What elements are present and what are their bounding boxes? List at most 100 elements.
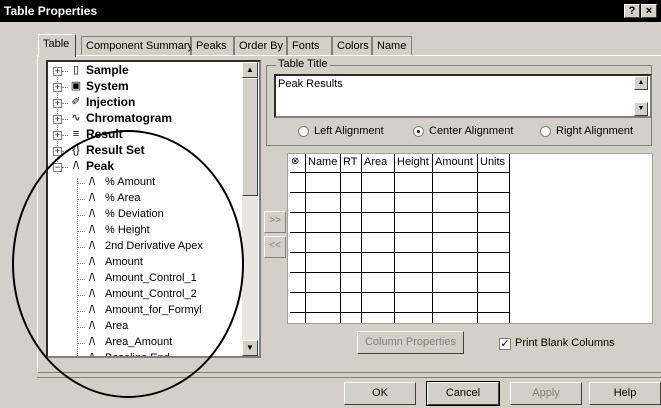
add-column-button[interactable]: >> bbox=[264, 211, 286, 233]
remove-column-button[interactable]: << bbox=[264, 236, 286, 258]
peak-field-icon: /\ bbox=[88, 336, 96, 348]
grid-select-icon: ⊗ bbox=[291, 156, 300, 167]
tree-child-label: % Area bbox=[105, 192, 141, 204]
peak-field-icon: /\ bbox=[88, 224, 96, 236]
expand-icon[interactable]: + bbox=[53, 131, 62, 140]
peak-field-icon: /\ bbox=[88, 288, 96, 300]
window-title: Table Properties bbox=[4, 4, 98, 18]
tree-line bbox=[77, 231, 85, 232]
tab-component-summary[interactable]: Component Summary bbox=[81, 36, 193, 56]
tab-order-by[interactable]: Order By bbox=[234, 36, 287, 56]
tree-line bbox=[62, 103, 68, 104]
syringe-icon: ✐ bbox=[71, 96, 81, 108]
apply-button[interactable]: Apply bbox=[510, 382, 582, 405]
tree-node-label: System bbox=[86, 79, 129, 93]
tree-child-label: 2nd Derivative Apex bbox=[105, 240, 203, 252]
grid-column-units[interactable]: Units bbox=[478, 154, 510, 323]
tab-fonts[interactable]: Fonts bbox=[287, 36, 332, 56]
tree-child-label: % Deviation bbox=[105, 208, 164, 220]
tree-line bbox=[77, 263, 85, 264]
scroll-down-button[interactable]: ▼ bbox=[242, 340, 258, 356]
grid-column-name[interactable]: Name bbox=[306, 154, 341, 323]
columns-grid[interactable]: ⊗ Name RT Area Height Amount Units bbox=[287, 153, 653, 324]
tree-line bbox=[77, 327, 85, 328]
tree-line bbox=[62, 135, 68, 136]
expand-icon[interactable]: + bbox=[53, 67, 62, 76]
column-properties-button[interactable]: Column Properties bbox=[357, 331, 464, 354]
bottom-separator bbox=[37, 377, 661, 378]
tree-child-label: Area bbox=[105, 320, 129, 332]
grid-header: Amount bbox=[435, 156, 473, 168]
left-alignment-label: Left Alignment bbox=[314, 125, 384, 137]
tree-line bbox=[77, 178, 78, 356]
peak-field-icon: /\ bbox=[88, 176, 96, 188]
scroll-thumb[interactable] bbox=[242, 78, 258, 196]
scroll-up-button[interactable]: ▲ bbox=[242, 62, 258, 78]
tree-line bbox=[62, 167, 68, 168]
field-tree[interactable]: + ▯ Sample + ▣ System + ✐ Injection + ∿ Chromatogra… bbox=[46, 60, 261, 358]
grid-header: RT bbox=[343, 156, 358, 168]
system-icon: ▣ bbox=[70, 80, 82, 92]
tab-table[interactable]: Table bbox=[38, 34, 76, 57]
radio-dot bbox=[298, 126, 309, 137]
tree-child-label: Amount_Control_1 bbox=[105, 272, 197, 284]
close-button[interactable]: × bbox=[641, 4, 657, 18]
expand-icon[interactable]: + bbox=[53, 83, 62, 92]
result-icon: ≡ bbox=[72, 128, 80, 140]
grid-header: Name bbox=[308, 156, 338, 168]
tree-node-label: Peak bbox=[86, 159, 115, 173]
tab-peaks[interactable]: Peaks bbox=[191, 36, 234, 56]
grid-column-area[interactable]: Area bbox=[362, 154, 395, 323]
cancel-button[interactable]: Cancel bbox=[426, 381, 500, 406]
tree-child-label: % Height bbox=[105, 224, 150, 236]
tab-colors[interactable]: Colors bbox=[332, 36, 372, 56]
tree-line bbox=[77, 279, 85, 280]
table-title-input[interactable]: Peak Results ▲ ▼ bbox=[274, 74, 652, 118]
grid-header: Units bbox=[480, 156, 506, 168]
peak-field-icon: /\ bbox=[88, 240, 96, 252]
grid-column-rt[interactable]: RT bbox=[341, 154, 362, 323]
grid-row bbox=[290, 192, 510, 193]
tree-node-label: Result Set bbox=[86, 143, 145, 157]
radio-dot-selected bbox=[413, 126, 424, 137]
grid-row bbox=[290, 252, 510, 253]
tree-child-label: Amount_for_Formyl bbox=[105, 304, 202, 316]
peak-field-icon: /\ bbox=[88, 352, 96, 358]
expand-icon[interactable]: + bbox=[53, 99, 62, 108]
peak-icon: /\ bbox=[72, 160, 80, 172]
tree-node-label: Chromatogram bbox=[86, 111, 173, 125]
tree-node-label: Sample bbox=[86, 63, 129, 77]
tree-line bbox=[77, 247, 85, 248]
print-blank-columns-checkbox[interactable]: ✓ bbox=[499, 338, 511, 350]
tree-line bbox=[77, 295, 85, 296]
expand-icon[interactable]: + bbox=[53, 147, 62, 156]
tree-child-label: Amount_Control_2 bbox=[105, 288, 197, 300]
expand-icon[interactable]: + bbox=[53, 115, 62, 124]
peak-field-icon: /\ bbox=[88, 304, 96, 316]
title-scroll-down[interactable]: ▼ bbox=[634, 102, 648, 116]
tree-node-label: Result bbox=[86, 127, 123, 141]
grid-row bbox=[290, 292, 510, 293]
tree-line bbox=[77, 311, 85, 312]
tree-child-label: Amount bbox=[105, 256, 143, 268]
grid-column-height[interactable]: Height bbox=[395, 154, 433, 323]
tree-child-label: Area_Amount bbox=[105, 336, 173, 348]
tree-line bbox=[77, 215, 85, 216]
help-titlebar-button[interactable]: ? bbox=[624, 4, 640, 18]
grid-header: Height bbox=[397, 156, 429, 168]
grid-column-amount[interactable]: Amount bbox=[433, 154, 478, 323]
table-title-group-label: Table Title bbox=[276, 58, 330, 70]
collapse-icon[interactable]: − bbox=[53, 163, 62, 172]
result-set-icon: {} bbox=[72, 144, 80, 156]
table-properties-dialog: Table Properties ? × Table Component Sum… bbox=[0, 0, 661, 408]
tree-line bbox=[62, 71, 68, 72]
grid-header: Area bbox=[364, 156, 388, 168]
tree-scrollbar[interactable]: ▲ ▼ bbox=[242, 62, 258, 356]
title-scroll-up[interactable]: ▲ bbox=[634, 76, 648, 90]
ok-button[interactable]: OK bbox=[344, 382, 416, 405]
help-button[interactable]: Help bbox=[589, 382, 661, 405]
peak-field-icon: /\ bbox=[88, 272, 96, 284]
tab-name[interactable]: Name bbox=[372, 36, 412, 56]
tree-line bbox=[77, 183, 85, 184]
grid-row bbox=[290, 212, 510, 213]
